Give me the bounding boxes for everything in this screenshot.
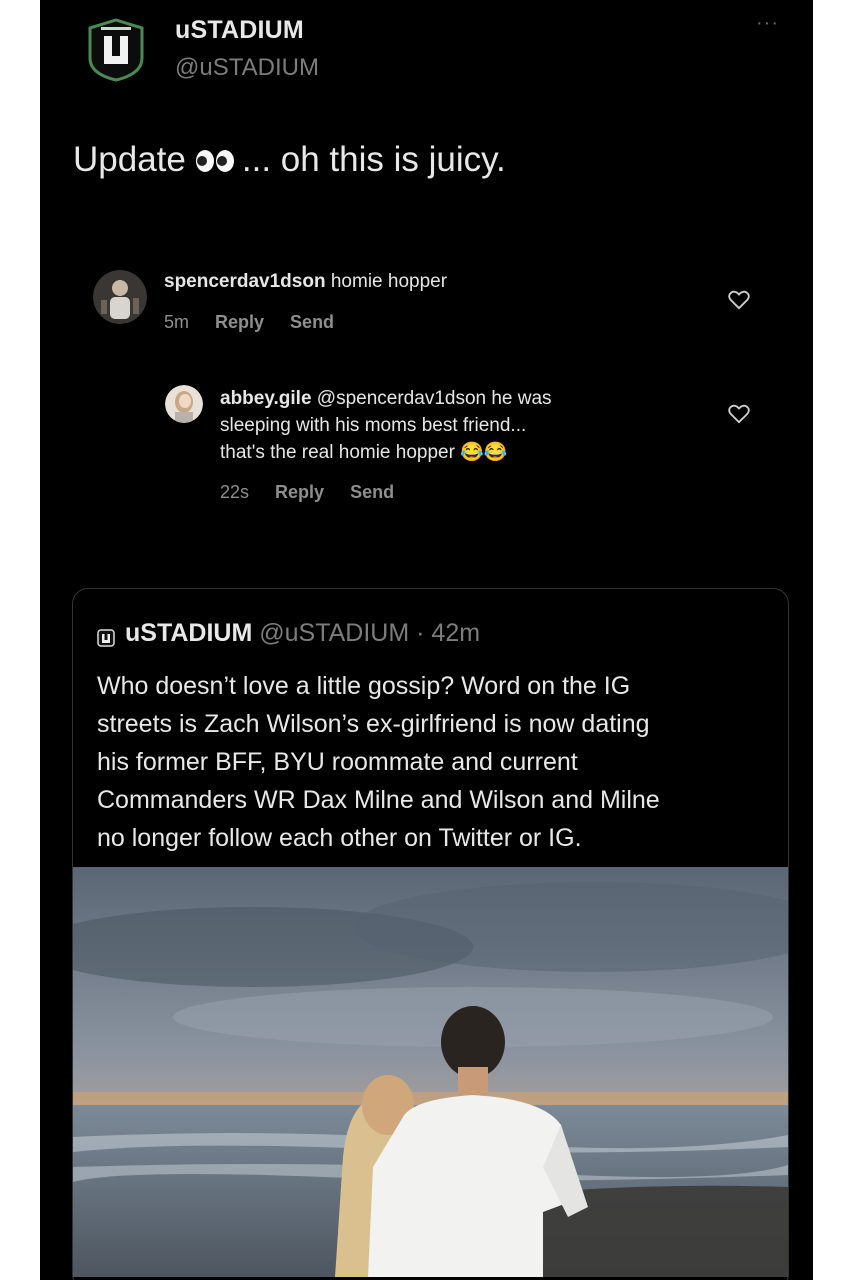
comment-1-time: 5m xyxy=(164,312,190,332)
quoted-line: Commanders WR Dax Milne and Wilson and M… xyxy=(97,786,660,814)
quoted-line: Who doesn’t love a little gossip? Word o… xyxy=(97,672,631,700)
comment-1-body: homie hopper xyxy=(330,271,448,292)
ustadium-logo-icon[interactable] xyxy=(86,18,146,82)
eyes-emoji-icon xyxy=(194,142,236,182)
tweet-text: Update ... oh this is juicy. xyxy=(73,140,506,182)
quoted-author-name[interactable]: uSTADIUM xyxy=(125,619,252,647)
comment-2-time: 22s xyxy=(220,482,250,502)
tweet-text-start: Update xyxy=(73,140,186,179)
comment-2-meta: 22s Reply Send xyxy=(220,482,420,503)
comment-2-username[interactable]: abbey.gile xyxy=(220,388,312,409)
comment-1-username[interactable]: spencerdav1dson xyxy=(164,271,326,292)
comment-1-reply-button[interactable]: Reply xyxy=(215,312,264,332)
laughing-emoji-icon: 😂😂 xyxy=(460,442,508,463)
quoted-tweet-time: · 42m xyxy=(416,619,481,647)
more-icon[interactable]: ··· xyxy=(756,12,779,35)
heart-icon[interactable] xyxy=(728,404,750,424)
comment-1-text: spencerdav1dson homie hopper xyxy=(164,271,447,293)
commenter-avatar[interactable] xyxy=(93,270,147,324)
beach-couple-photo[interactable] xyxy=(73,867,788,1277)
comment-1-send-button[interactable]: Send xyxy=(290,312,334,332)
commenter-avatar[interactable] xyxy=(165,385,203,423)
author-handle[interactable]: @uSTADIUM xyxy=(175,54,319,82)
quoted-line: no longer follow each other on Twitter o… xyxy=(97,824,582,852)
quoted-line: streets is Zach Wilson’s ex-girlfriend i… xyxy=(97,710,650,738)
comment-1-meta: 5m Reply Send xyxy=(164,312,360,333)
quoted-tweet-text: Who doesn’t love a little gossip? Word o… xyxy=(97,667,777,857)
tweet-text-end: ... oh this is juicy. xyxy=(241,140,506,179)
comment-2-reply-button[interactable]: Reply xyxy=(275,482,324,502)
comment-2-line-2: sleeping with his moms best friend... xyxy=(220,415,527,436)
comment-2-line-1: @spencerdav1dson he was xyxy=(316,388,552,409)
quoted-line: his former BFF, BYU roommate and current xyxy=(97,748,578,776)
comment-2-line-3: that's the real homie hopper xyxy=(220,442,455,463)
heart-icon[interactable] xyxy=(728,290,750,310)
tweet-screenshot: uSTADIUM @uSTADIUM ··· Update ... oh this… xyxy=(40,0,813,1280)
ustadium-logo-icon xyxy=(97,625,115,648)
quoted-tweet-header: uSTADIUM @uSTADIUM · 42m xyxy=(97,619,480,648)
author-name[interactable]: uSTADIUM xyxy=(175,16,304,45)
comment-2-text: abbey.gile @spencerdav1dson he was sleep… xyxy=(220,385,552,466)
quoted-author-handle[interactable]: @uSTADIUM xyxy=(259,619,409,647)
comment-2-send-button[interactable]: Send xyxy=(350,482,394,502)
quoted-tweet[interactable]: uSTADIUM @uSTADIUM · 42m Who doesn’t lov… xyxy=(72,588,789,1280)
